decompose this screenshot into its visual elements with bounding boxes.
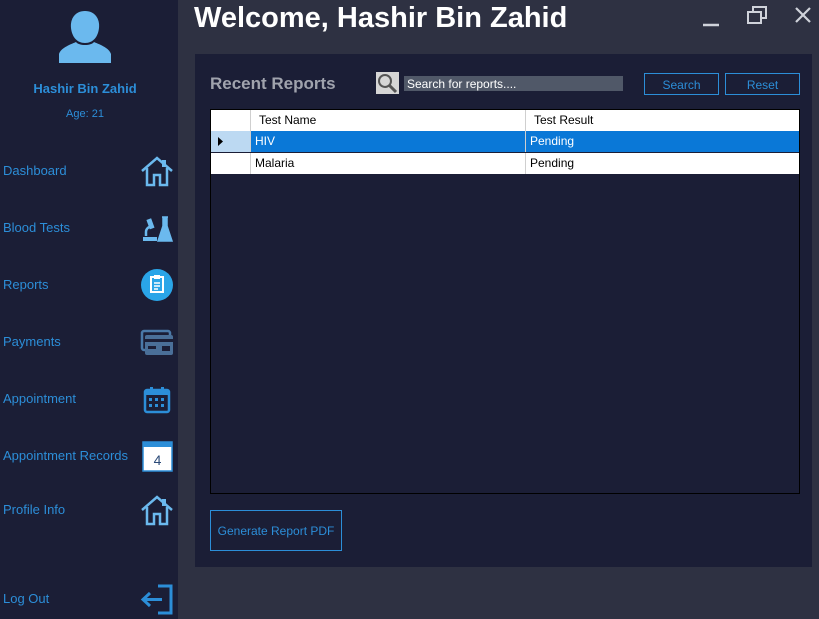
current-row-icon bbox=[218, 137, 223, 146]
user-name: Hashir Bin Zahid bbox=[33, 81, 137, 96]
calendar-day-number: 4 bbox=[154, 452, 162, 468]
home-icon bbox=[141, 156, 173, 187]
reports-panel: Recent Reports Search Reset Test Name Te… bbox=[195, 54, 812, 567]
minimize-icon bbox=[703, 23, 719, 27]
sidebar-item-payments[interactable]: Payments bbox=[0, 322, 178, 362]
user-avatar-icon bbox=[59, 11, 111, 63]
close-button[interactable] bbox=[790, 4, 818, 30]
sidebar-item-appointment-records[interactable]: Appointment Records 4 bbox=[0, 436, 178, 476]
cell-test-name[interactable]: HIV bbox=[251, 131, 526, 152]
sidebar-item-label: Appointment Records bbox=[3, 448, 129, 463]
search-input[interactable] bbox=[404, 76, 623, 91]
row-selector[interactable] bbox=[211, 131, 251, 152]
column-header-test-result[interactable]: Test Result bbox=[526, 110, 799, 131]
table-header: Test Name Test Result bbox=[211, 110, 799, 131]
sidebar-item-label: Reports bbox=[3, 277, 49, 292]
close-icon bbox=[795, 7, 811, 23]
sidebar-item-label: Log Out bbox=[3, 591, 50, 606]
logout-icon bbox=[140, 584, 173, 615]
home-icon bbox=[141, 495, 173, 526]
table-row[interactable]: Malaria Pending bbox=[211, 153, 799, 174]
reset-button[interactable]: Reset bbox=[725, 73, 800, 95]
restore-button[interactable] bbox=[744, 4, 772, 30]
clipboard-icon bbox=[141, 269, 173, 301]
sidebar-item-label: Payments bbox=[3, 334, 61, 349]
column-header-test-name[interactable]: Test Name bbox=[251, 110, 526, 131]
user-age: Age: 21 bbox=[66, 108, 104, 120]
sidebar-item-profile-info[interactable]: Profile Info bbox=[0, 490, 178, 530]
restore-icon bbox=[747, 6, 767, 24]
sidebar: Hashir Bin Zahid Age: 21 Dashboard Blood… bbox=[0, 0, 178, 619]
credit-card-icon bbox=[140, 329, 173, 355]
panel-title: Recent Reports bbox=[210, 74, 336, 93]
cell-test-result[interactable]: Pending bbox=[526, 131, 799, 152]
search-button[interactable]: Search bbox=[644, 73, 719, 95]
calendar-icon bbox=[143, 387, 171, 414]
sidebar-item-dashboard[interactable]: Dashboard bbox=[0, 151, 178, 191]
table-row[interactable]: HIV Pending bbox=[211, 131, 799, 152]
sidebar-item-reports[interactable]: Reports bbox=[0, 265, 178, 305]
cell-test-result[interactable]: Pending bbox=[526, 153, 799, 174]
sidebar-item-label: Profile Info bbox=[3, 502, 66, 517]
header-corner bbox=[211, 110, 251, 131]
sidebar-item-log-out[interactable]: Log Out bbox=[0, 579, 178, 619]
minimize-button[interactable] bbox=[698, 4, 726, 30]
generate-report-pdf-button[interactable]: Generate Report PDF bbox=[210, 510, 342, 551]
sidebar-item-label: Appointment bbox=[3, 391, 76, 406]
sidebar-item-label: Blood Tests bbox=[3, 220, 70, 235]
page-title: Welcome, Hashir Bin Zahid bbox=[194, 2, 568, 34]
sidebar-item-label: Dashboard bbox=[3, 163, 67, 178]
lab-flask-icon bbox=[143, 216, 174, 242]
reports-table: Test Name Test Result HIV Pending Malari… bbox=[210, 109, 800, 494]
row-selector[interactable] bbox=[211, 153, 251, 174]
sidebar-item-appointment[interactable]: Appointment bbox=[0, 379, 178, 419]
calendar-day-icon: 4 bbox=[142, 441, 173, 472]
cell-test-name[interactable]: Malaria bbox=[251, 153, 526, 174]
search-icon[interactable] bbox=[376, 72, 399, 94]
sidebar-item-blood-tests[interactable]: Blood Tests bbox=[0, 208, 178, 248]
